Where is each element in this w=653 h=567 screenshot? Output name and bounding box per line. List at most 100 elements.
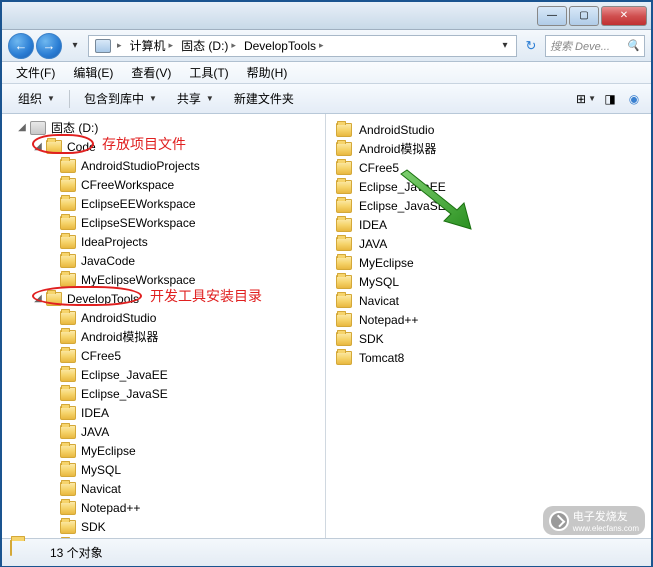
list-item[interactable]: AndroidStudio	[336, 120, 641, 139]
breadcrumb-item[interactable]: DevelopTools ▸	[240, 39, 328, 53]
back-button[interactable]: ←	[8, 33, 34, 59]
item-label: MyEclipse	[359, 256, 414, 270]
watermark: 电子发烧友 www.elecfans.com	[543, 506, 645, 535]
folder-icon	[336, 180, 352, 194]
list-item[interactable]: Notepad++	[336, 310, 641, 329]
list-item[interactable]: Tomcat8	[336, 348, 641, 367]
list-item[interactable]: JAVA	[336, 234, 641, 253]
search-input[interactable]: 搜索 Deve... 🔍	[545, 35, 645, 57]
tree-folder[interactable]: Eclipse_JavaEE	[2, 365, 325, 384]
tree-folder[interactable]: CFree5	[2, 346, 325, 365]
breadcrumb[interactable]: ▸ 计算机 ▸ 固态 (D:) ▸ DevelopTools ▸ ▾	[88, 35, 517, 57]
item-label: Android模拟器	[359, 140, 436, 157]
include-library-button[interactable]: 包含到库中▼	[76, 87, 165, 110]
folder-icon	[60, 254, 76, 268]
tree-label: Eclipse_JavaSE	[81, 387, 168, 401]
content-pane[interactable]: AndroidStudio Android模拟器 CFree5 Eclipse_…	[326, 114, 651, 538]
history-dropdown[interactable]: ▾	[66, 35, 84, 57]
new-folder-button[interactable]: 新建文件夹	[226, 87, 302, 110]
tree-folder[interactable]: JavaCode	[2, 251, 325, 270]
list-item[interactable]: Android模拟器	[336, 139, 641, 158]
view-options-icon[interactable]: ⊞▼	[577, 90, 595, 108]
tree-label: MySQL	[81, 463, 121, 477]
folder-icon	[46, 292, 62, 306]
tree-label: AndroidStudioProjects	[81, 159, 200, 173]
tree-folder[interactable]: Navicat	[2, 479, 325, 498]
maximize-button[interactable]: ▢	[569, 6, 599, 26]
tree-folder-developtools[interactable]: ◢ DevelopTools	[2, 289, 325, 308]
share-button[interactable]: 共享▼	[169, 87, 222, 110]
list-item[interactable]: Eclipse_JavaEE	[336, 177, 641, 196]
list-item[interactable]: CFree5	[336, 158, 641, 177]
tree-label: CFreeWorkspace	[81, 178, 174, 192]
watermark-text: 电子发烧友	[573, 508, 639, 524]
menu-edit[interactable]: 编辑(E)	[65, 62, 121, 83]
watermark-logo-icon	[549, 511, 569, 531]
navigation-tree[interactable]: ◢ 固态 (D:) ◢ Code AndroidStudioProjects C…	[2, 114, 326, 538]
window-titlebar: — ▢ ✕	[2, 2, 651, 30]
collapse-icon[interactable]: ◢	[16, 122, 28, 133]
breadcrumb-item[interactable]: 计算机 ▸	[126, 37, 178, 54]
tree-label: DevelopTools	[67, 292, 139, 306]
tree-folder[interactable]: IDEA	[2, 403, 325, 422]
tree-folder[interactable]: MyEclipseWorkspace	[2, 270, 325, 289]
tree-folder[interactable]: AndroidStudio	[2, 308, 325, 327]
list-item[interactable]: Navicat	[336, 291, 641, 310]
breadcrumb-dropdown[interactable]: ▾	[496, 35, 514, 57]
help-icon[interactable]: ◉	[625, 90, 643, 108]
item-label: Eclipse_JavaSE	[359, 199, 446, 213]
menu-tools[interactable]: 工具(T)	[181, 62, 236, 83]
list-item[interactable]: Eclipse_JavaSE	[336, 196, 641, 215]
item-label: Navicat	[359, 294, 399, 308]
tree-folder[interactable]: EclipseEEWorkspace	[2, 194, 325, 213]
item-label: Tomcat8	[359, 351, 404, 365]
forward-button[interactable]: →	[36, 33, 62, 59]
item-label: JAVA	[359, 237, 387, 251]
item-label: MySQL	[359, 275, 399, 289]
list-item[interactable]: MyEclipse	[336, 253, 641, 272]
list-item[interactable]: IDEA	[336, 215, 641, 234]
organize-button[interactable]: 组织▼	[10, 87, 63, 110]
tree-label: Navicat	[81, 482, 121, 496]
tree-folder[interactable]: CFreeWorkspace	[2, 175, 325, 194]
tree-drive[interactable]: ◢ 固态 (D:)	[2, 118, 325, 137]
tree-folder[interactable]: JAVA	[2, 422, 325, 441]
tree-label: Eclipse_JavaEE	[81, 368, 168, 382]
status-bar: 13 个对象	[2, 538, 651, 566]
tree-folder[interactable]: SDK	[2, 517, 325, 536]
tree-folder[interactable]: IdeaProjects	[2, 232, 325, 251]
folder-icon	[60, 235, 76, 249]
tree-folder[interactable]: Android模拟器	[2, 327, 325, 346]
menu-help[interactable]: 帮助(H)	[239, 62, 296, 83]
tree-folder[interactable]: AndroidStudioProjects	[2, 156, 325, 175]
tree-folder[interactable]: EclipseSEWorkspace	[2, 213, 325, 232]
folder-icon	[46, 140, 62, 154]
tree-label: EclipseEEWorkspace	[81, 197, 196, 211]
menu-file[interactable]: 文件(F)	[8, 62, 63, 83]
menu-view[interactable]: 查看(V)	[123, 62, 179, 83]
item-label: CFree5	[359, 161, 399, 175]
minimize-button[interactable]: —	[537, 6, 567, 26]
item-label: Eclipse_JavaEE	[359, 180, 446, 194]
folder-icon	[60, 159, 76, 173]
tree-folder[interactable]: MySQL	[2, 460, 325, 479]
folder-icon	[60, 425, 76, 439]
item-label: SDK	[359, 332, 384, 346]
tree-folder-code[interactable]: ◢ Code	[2, 137, 325, 156]
collapse-icon[interactable]: ◢	[32, 293, 44, 304]
tree-folder[interactable]: Tomcat8	[2, 536, 325, 538]
breadcrumb-item[interactable]: 固态 (D:) ▸	[177, 37, 240, 54]
preview-pane-icon[interactable]: ◨	[601, 90, 619, 108]
collapse-icon[interactable]: ◢	[32, 141, 44, 152]
close-button[interactable]: ✕	[601, 6, 647, 26]
menu-bar: 文件(F) 编辑(E) 查看(V) 工具(T) 帮助(H)	[2, 62, 651, 84]
tree-folder[interactable]: Eclipse_JavaSE	[2, 384, 325, 403]
refresh-button[interactable]: ↻	[521, 35, 541, 57]
folder-icon	[60, 406, 76, 420]
tree-folder[interactable]: Notepad++	[2, 498, 325, 517]
folder-icon	[60, 178, 76, 192]
tree-folder[interactable]: MyEclipse	[2, 441, 325, 460]
list-item[interactable]: MySQL	[336, 272, 641, 291]
list-item[interactable]: SDK	[336, 329, 641, 348]
folder-icon	[60, 216, 76, 230]
